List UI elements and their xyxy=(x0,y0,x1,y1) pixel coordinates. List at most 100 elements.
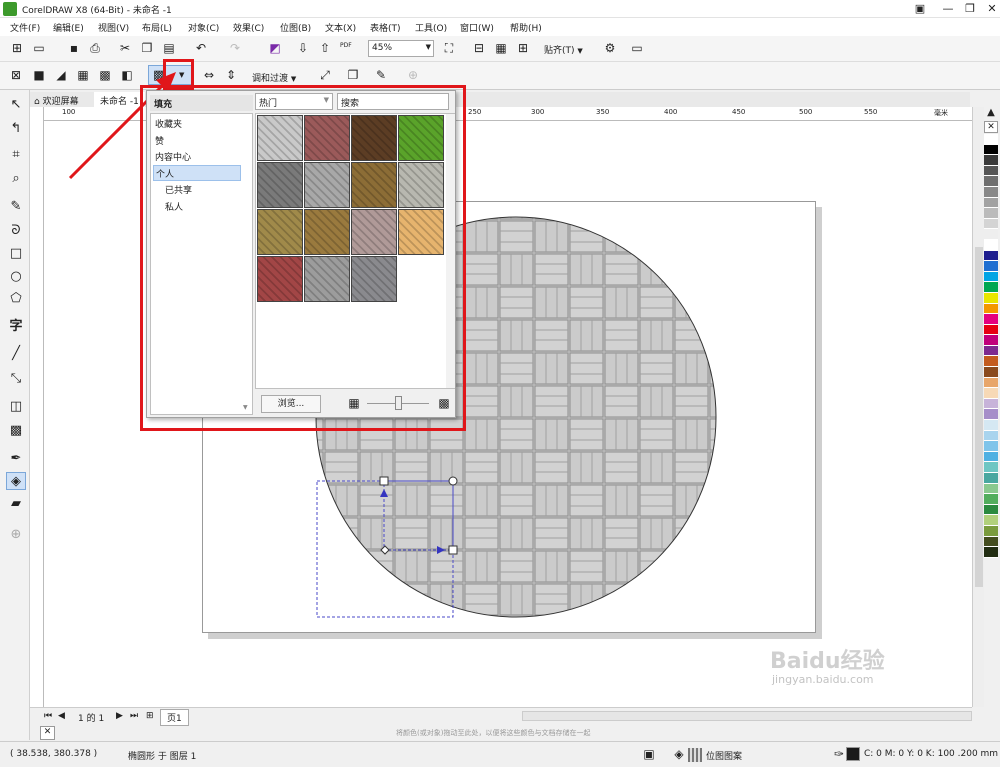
menu-bitmaps[interactable]: 位图(B) xyxy=(280,21,311,34)
palette-swatch[interactable] xyxy=(984,515,998,526)
redo-icon[interactable]: ↷ xyxy=(226,40,244,58)
menu-tools[interactable]: 工具(O) xyxy=(415,21,447,34)
close-button[interactable]: ✕ xyxy=(978,1,1000,17)
palette-swatch[interactable] xyxy=(984,441,998,452)
mirror-horizontal-icon[interactable]: ⇔ xyxy=(200,67,218,85)
edit-fill-icon[interactable]: ✎ xyxy=(372,67,390,85)
menu-file[interactable]: 文件(F) xyxy=(10,21,40,34)
palette-swatch[interactable] xyxy=(984,345,998,357)
options-gear-icon[interactable]: ⚙ xyxy=(601,40,619,58)
copy-fill-icon[interactable]: ❐ xyxy=(344,67,362,85)
transform-with-object-icon[interactable]: ⤢ xyxy=(316,67,334,85)
next-page-button[interactable]: ▶ xyxy=(116,711,123,721)
last-page-button[interactable]: ⏭ xyxy=(130,711,138,721)
show-grid-icon[interactable]: ▦ xyxy=(492,40,510,58)
palette-swatch[interactable] xyxy=(984,462,998,473)
palette-swatch[interactable] xyxy=(984,176,998,187)
menu-window[interactable]: 窗口(W) xyxy=(460,21,494,34)
zoom-level-select[interactable]: 45% ▼ xyxy=(368,40,434,57)
freehand-tool-icon[interactable]: ✎ xyxy=(6,198,26,216)
document-palette-none-icon[interactable]: ✕ xyxy=(40,726,55,740)
palette-swatch[interactable] xyxy=(984,377,998,389)
menu-help[interactable]: 帮助(H) xyxy=(510,21,542,34)
import-icon[interactable]: ⇩ xyxy=(294,40,312,58)
palette-swatch[interactable] xyxy=(984,250,998,262)
palette-swatch[interactable] xyxy=(984,165,998,177)
palette-swatch[interactable] xyxy=(984,303,998,315)
page-tab[interactable]: 页1 xyxy=(160,709,189,726)
palette-swatch[interactable] xyxy=(984,398,998,410)
show-rulers-icon[interactable]: ⊟ xyxy=(470,40,488,58)
palette-swatch[interactable] xyxy=(984,536,998,548)
palette-swatch[interactable] xyxy=(984,367,998,378)
scrollbar-thumb[interactable] xyxy=(975,247,983,587)
palette-swatch[interactable] xyxy=(984,451,998,463)
zoom-tool-icon[interactable]: ⌕ xyxy=(6,170,26,188)
rectangle-tool-icon[interactable]: □ xyxy=(6,245,26,263)
add-tool-icon[interactable]: ⊕ xyxy=(6,526,26,544)
menu-view[interactable]: 视图(V) xyxy=(98,21,129,34)
palette-swatch[interactable] xyxy=(984,525,998,537)
interactive-blend-icon[interactable]: ⤡ xyxy=(6,370,26,388)
polygon-tool-icon[interactable]: ⬠ xyxy=(6,290,26,308)
palette-swatch[interactable] xyxy=(984,155,998,166)
export-icon[interactable]: ⇧ xyxy=(316,40,334,58)
crop-tool-icon[interactable]: ⌗ xyxy=(6,146,26,164)
palette-swatch[interactable] xyxy=(984,494,998,505)
no-color-swatch-icon[interactable]: ✕ xyxy=(984,121,998,133)
previous-page-button[interactable]: ◀ xyxy=(58,711,65,721)
menu-edit[interactable]: 编辑(E) xyxy=(53,21,84,34)
palette-swatch[interactable] xyxy=(984,208,998,219)
text-tool-icon[interactable]: 字 xyxy=(6,318,26,336)
palette-swatch[interactable] xyxy=(984,388,998,399)
save-icon[interactable]: ▪ xyxy=(65,40,83,58)
full-screen-icon[interactable]: ⛶ xyxy=(440,40,458,58)
eyedropper-tool-icon[interactable]: ✒ xyxy=(6,450,26,468)
palette-swatch[interactable] xyxy=(984,356,998,368)
undo-icon[interactable]: ↶ xyxy=(192,40,210,58)
application-launcher-icon[interactable]: ▭ xyxy=(628,40,646,58)
palette-swatch[interactable] xyxy=(984,292,998,304)
show-guidelines-icon[interactable]: ⊞ xyxy=(514,40,532,58)
transparency-tool-icon[interactable]: ▩ xyxy=(6,422,26,440)
smart-fill-tool-icon[interactable]: ▰ xyxy=(6,495,26,513)
search-content-icon[interactable]: ◩ xyxy=(266,40,284,58)
palette-swatch[interactable] xyxy=(984,186,998,198)
palette-swatch[interactable] xyxy=(984,144,998,156)
menu-layout[interactable]: 布局(L) xyxy=(142,21,172,34)
palette-swatch[interactable] xyxy=(984,239,998,251)
palette-swatch[interactable] xyxy=(984,197,998,209)
palette-swatch[interactable] xyxy=(984,504,998,516)
palette-swatch[interactable] xyxy=(984,271,998,283)
copy-icon[interactable]: ❐ xyxy=(138,40,156,58)
vertical-ruler[interactable] xyxy=(30,107,44,707)
menu-table[interactable]: 表格(T) xyxy=(370,21,401,34)
add-icon[interactable]: ⊕ xyxy=(404,67,422,85)
add-page-button[interactable]: ⊞ xyxy=(146,711,154,721)
fill-indicator-icon[interactable]: ◈ xyxy=(670,746,688,764)
interactive-fill-tool-icon[interactable]: ◈ xyxy=(6,472,26,490)
palette-swatch[interactable] xyxy=(984,483,998,495)
publish-pdf-icon[interactable]: PDF xyxy=(340,42,352,49)
snap-to-dropdown[interactable]: 贴齐(T) ▼ xyxy=(544,43,583,56)
palette-swatch[interactable] xyxy=(984,430,998,442)
help-icon[interactable]: ▣ xyxy=(906,1,934,17)
menu-text[interactable]: 文本(X) xyxy=(325,21,356,34)
print-icon[interactable]: ⎙ xyxy=(86,40,104,58)
palette-swatch[interactable] xyxy=(984,547,998,558)
first-page-button[interactable]: ⏮ xyxy=(44,711,52,721)
palette-swatch[interactable] xyxy=(984,134,998,145)
pick-tool-icon[interactable]: ↖ xyxy=(6,96,26,114)
ellipse-tool-icon[interactable]: ○ xyxy=(6,268,26,286)
vertical-scrollbar[interactable] xyxy=(972,107,984,707)
palette-swatch[interactable] xyxy=(984,473,998,484)
shape-tool-icon[interactable]: ↰ xyxy=(6,120,26,138)
palette-swatch[interactable] xyxy=(984,314,998,325)
artistic-media-icon[interactable]: ᘐ xyxy=(6,222,26,240)
palette-scroll-up-icon[interactable]: ▲ xyxy=(984,107,998,121)
new-document-icon[interactable]: ⊞ xyxy=(8,40,26,58)
palette-swatch[interactable] xyxy=(984,409,998,421)
palette-swatch[interactable] xyxy=(984,218,998,230)
palette-swatch[interactable] xyxy=(984,261,998,272)
color-proof-icon[interactable]: ▣ xyxy=(640,746,658,764)
